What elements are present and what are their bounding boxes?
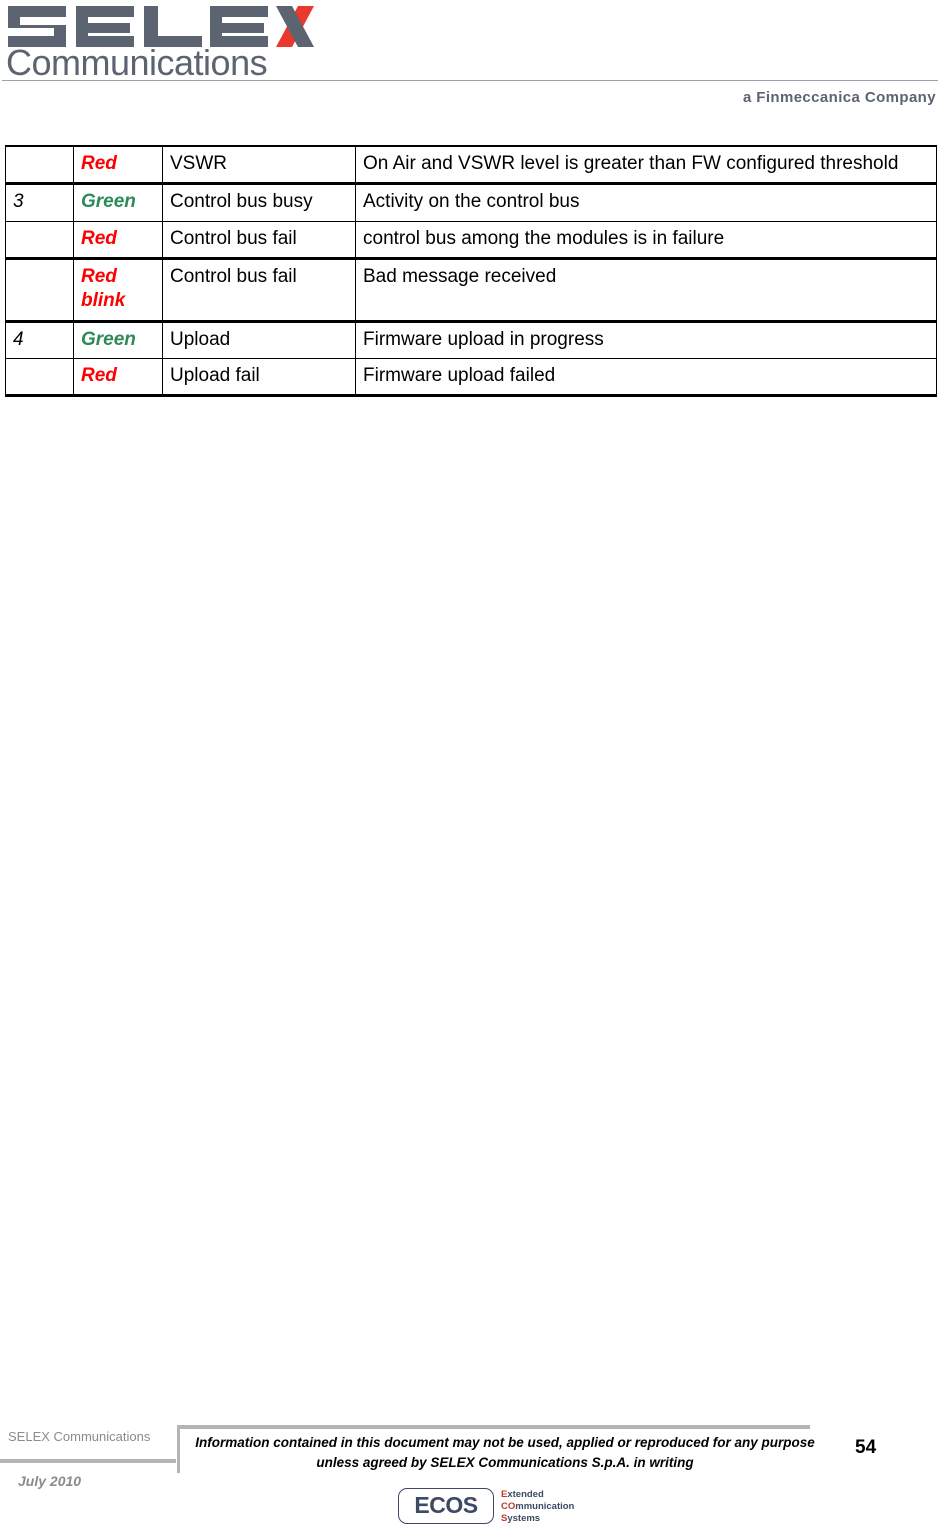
led-name-cell: Control bus busy [162, 182, 356, 222]
led-number-cell: 4 [5, 319, 74, 359]
ecos-rest-communication: mmunication [515, 1501, 575, 1513]
led-color-cell: Green [73, 182, 163, 222]
ecos-rest-systems: ystems [507, 1513, 541, 1525]
footer-company-name: SELEX Communications [8, 1429, 151, 1444]
ecos-tagline-line-3: Systems [501, 1513, 574, 1525]
led-description-cell: control bus among the modules is in fail… [355, 220, 937, 259]
ecos-tagline-line-1: Extended [501, 1489, 574, 1501]
led-number-cell: 3 [5, 182, 74, 222]
led-color-label: Red [81, 227, 117, 249]
led-color-label: Red [81, 153, 117, 174]
ecos-tagline: Extended COmmunication Systems [501, 1489, 574, 1525]
svg-text:Communications: Communications [6, 42, 267, 78]
table-row: Red blink Control bus fail Bad message rece… [5, 256, 937, 322]
led-number-cell [5, 256, 74, 322]
led-number-cell [5, 220, 74, 259]
table-row: 3 Green Control bus busy Activity on the co… [5, 182, 937, 222]
led-name-cell: VSWR [162, 145, 356, 185]
led-table-body: Red VSWR On Air and VSWR level is greater … [5, 145, 937, 398]
led-description-cell: Firmware upload in progress [355, 319, 937, 359]
footer-vertical-divider [177, 1429, 180, 1473]
ecos-logo: ECOS Extended COmmunication Systems [398, 1488, 608, 1526]
led-name-cell: Upload [162, 319, 356, 359]
led-color-cell: Red [73, 357, 163, 398]
footer-left-divider [0, 1459, 176, 1463]
page-number: 54 [855, 1437, 877, 1458]
led-name-cell: Control bus fail [162, 220, 356, 259]
led-color-label: Red [81, 364, 117, 386]
led-color-cell: Red [73, 220, 163, 259]
selex-logo-icon: Communications [6, 6, 314, 78]
footer-date: July 2010 [18, 1473, 82, 1489]
led-description-cell: Activity on the control bus [355, 182, 937, 222]
led-color-label: Red [81, 265, 117, 287]
led-color-cell: Green [73, 319, 163, 359]
led-color-label: Green [81, 191, 136, 213]
led-description-cell: On Air and VSWR level is greater than FW… [355, 145, 937, 185]
header-divider [2, 80, 938, 81]
selex-communications-logo: Communications [4, 2, 334, 78]
led-color-label: Green [81, 328, 136, 350]
table-row: Red Control bus fail control bus among the… [5, 220, 937, 259]
led-indicator-table: Red VSWR On Air and VSWR level is greater … [5, 145, 937, 398]
led-description-cell: Firmware upload failed [355, 357, 937, 398]
led-color-cell: Red [73, 145, 163, 185]
table-row: 4 Green Upload Firmware upload in progress [5, 319, 937, 359]
page-header: Communications a Finmeccanica Company [0, 0, 941, 120]
led-name-cell: Control bus fail [162, 256, 356, 322]
footer-top-divider [177, 1425, 810, 1429]
led-name-cell: Upload fail [162, 357, 356, 398]
finmeccanica-tagline: a Finmeccanica Company [742, 89, 936, 106]
led-description-cell: Bad message received [355, 256, 937, 322]
led-indicator-table-container: Red VSWR On Air and VSWR level is greater … [5, 145, 937, 398]
table-row: Red VSWR On Air and VSWR level is greater … [5, 145, 937, 185]
ecos-rest-extended: xtended [507, 1489, 544, 1500]
led-color-modifier: blink [81, 290, 126, 312]
led-number-cell [5, 145, 74, 185]
led-color-cell: Red blink [73, 256, 163, 322]
footer-legal-notice: Information contained in this document m… [195, 1435, 815, 1471]
ecos-cap-co: CO [501, 1501, 516, 1513]
ecos-tagline-line-2: COmmunication [501, 1501, 574, 1513]
ecos-wordmark: ECOS [414, 1492, 478, 1518]
table-row: Red Upload fail Firmware upload failed [5, 357, 937, 398]
led-number-cell [5, 357, 74, 398]
